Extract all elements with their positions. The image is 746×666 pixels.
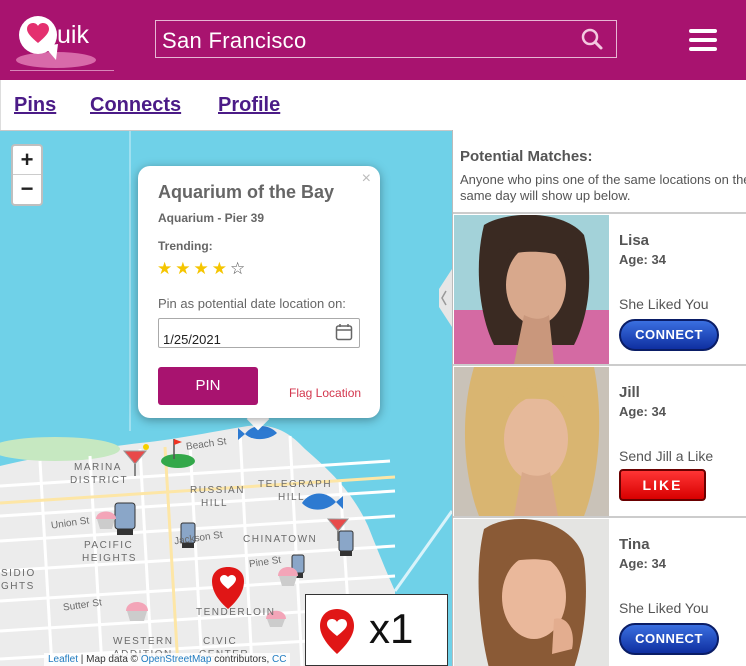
map-attribution: Leaflet | Map data © OpenStreetMap contr…: [44, 653, 291, 666]
match-status: Send Jill a Like: [619, 448, 714, 464]
district-label: HILL: [201, 498, 229, 509]
nav-pins[interactable]: Pins: [14, 94, 56, 117]
matches-title: Potential Matches:: [460, 148, 593, 165]
star-filled-icon: ★: [193, 259, 212, 278]
star-filled-icon: ★: [175, 259, 194, 278]
trending-rating: ★★★★☆: [157, 259, 248, 279]
zoom-control: + −: [11, 144, 43, 206]
match-age: Age: 34: [619, 252, 666, 267]
match-status: She Liked You: [619, 296, 709, 312]
match-name: Jill: [619, 384, 640, 401]
nav-connects[interactable]: Connects: [90, 94, 181, 117]
profile-photo[interactable]: [454, 519, 609, 666]
hamburger-menu-icon[interactable]: [688, 28, 718, 52]
match-card: Tina Age: 34 She Liked You CONNECT: [453, 516, 746, 666]
district-label: HILL: [278, 492, 306, 503]
cupcake-icon: [126, 602, 148, 621]
map-view[interactable]: MARINA DISTRICT RUSSIAN HILL TELEGRAPH H…: [0, 130, 452, 666]
district-label: RUSSIAN: [190, 485, 245, 496]
district-label: CIVIC: [203, 636, 238, 647]
profile-photo[interactable]: [454, 367, 609, 516]
search-icon[interactable]: [580, 27, 604, 51]
date-value: 1/25/2021: [163, 332, 221, 347]
pin-count-value: x1: [369, 605, 414, 652]
star-filled-icon: ★: [211, 259, 230, 278]
district-label: PACIFIC: [84, 540, 134, 551]
app-header: uik San Francisco: [0, 0, 746, 80]
district-label: SIDIO: [1, 568, 36, 579]
main-nav: Pins Connects Profile: [0, 80, 746, 130]
cc-link[interactable]: CC: [272, 654, 286, 665]
star-filled-icon: ★: [157, 259, 176, 278]
district-label: GHTS: [1, 581, 35, 592]
connect-button[interactable]: CONNECT: [619, 319, 719, 351]
matches-description: Anyone who pins one of the same location…: [460, 172, 746, 203]
matches-panel: Potential Matches: Anyone who pins one o…: [452, 130, 746, 666]
fish-icon: [302, 493, 343, 510]
match-card: Jill Age: 34 Send Jill a Like LIKE: [453, 364, 746, 516]
cupcake-icon: [278, 567, 298, 586]
blender-icon: [114, 502, 136, 535]
district-label: TELEGRAPH: [258, 479, 333, 490]
logo-text: uik: [57, 21, 89, 49]
district-label: WESTERN: [113, 636, 174, 647]
logo-divider: [10, 70, 114, 71]
match-status: She Liked You: [619, 600, 709, 616]
location-popup: × Aquarium of the Bay Aquarium - Pier 39…: [138, 166, 380, 418]
zoom-in-button[interactable]: +: [13, 146, 41, 175]
popup-title: Aquarium of the Bay: [158, 182, 335, 202]
pin-button[interactable]: PIN: [158, 367, 258, 405]
match-age: Age: 34: [619, 404, 666, 419]
connect-button[interactable]: CONNECT: [619, 623, 719, 655]
osm-link[interactable]: OpenStreetMap: [141, 654, 212, 665]
district-label: CHINATOWN: [243, 534, 318, 545]
close-icon[interactable]: ×: [362, 170, 371, 188]
leaflet-link[interactable]: Leaflet: [48, 654, 78, 665]
search-value: San Francisco: [162, 28, 307, 53]
trending-label: Trending:: [158, 239, 213, 253]
quik-logo[interactable]: uik: [14, 10, 114, 72]
attribution-text: | Map data ©: [78, 654, 141, 665]
cupcake-icon: [96, 511, 116, 529]
app-root: uik San Francisco Pins Connects Profile …: [0, 0, 746, 666]
match-name: Tina: [619, 536, 650, 553]
match-age: Age: 34: [619, 556, 666, 571]
pin-date-label: Pin as potential date location on:: [158, 296, 346, 311]
district-label: MARINA: [74, 462, 122, 473]
search-input[interactable]: San Francisco: [155, 20, 617, 58]
heart-pin-icon: [320, 609, 354, 654]
district-label: HEIGHTS: [82, 553, 137, 564]
match-card: Lisa Age: 34 She Liked You CONNECT: [453, 212, 746, 364]
nav-profile[interactable]: Profile: [218, 94, 280, 117]
match-name: Lisa: [619, 232, 650, 249]
pin-count-badge[interactable]: x1: [305, 594, 448, 666]
blender-icon: [338, 530, 354, 556]
popup-subtitle: Aquarium - Pier 39: [158, 211, 265, 225]
district-label: DISTRICT: [70, 475, 129, 486]
star-empty-icon: ☆: [230, 259, 249, 278]
profile-photo[interactable]: [454, 215, 609, 364]
panel-collapse-handle[interactable]: [436, 269, 452, 327]
heart-pin-icon: [212, 567, 244, 609]
date-input[interactable]: 1/25/2021: [158, 318, 360, 348]
calendar-icon[interactable]: [335, 323, 353, 341]
attribution-text: contributors,: [211, 654, 273, 665]
like-button[interactable]: LIKE: [619, 469, 706, 501]
district-label: TENDERLOIN: [196, 607, 276, 618]
flag-location-link[interactable]: Flag Location: [289, 386, 361, 400]
cocktail-icon: [122, 444, 149, 476]
zoom-out-button[interactable]: −: [13, 175, 41, 204]
